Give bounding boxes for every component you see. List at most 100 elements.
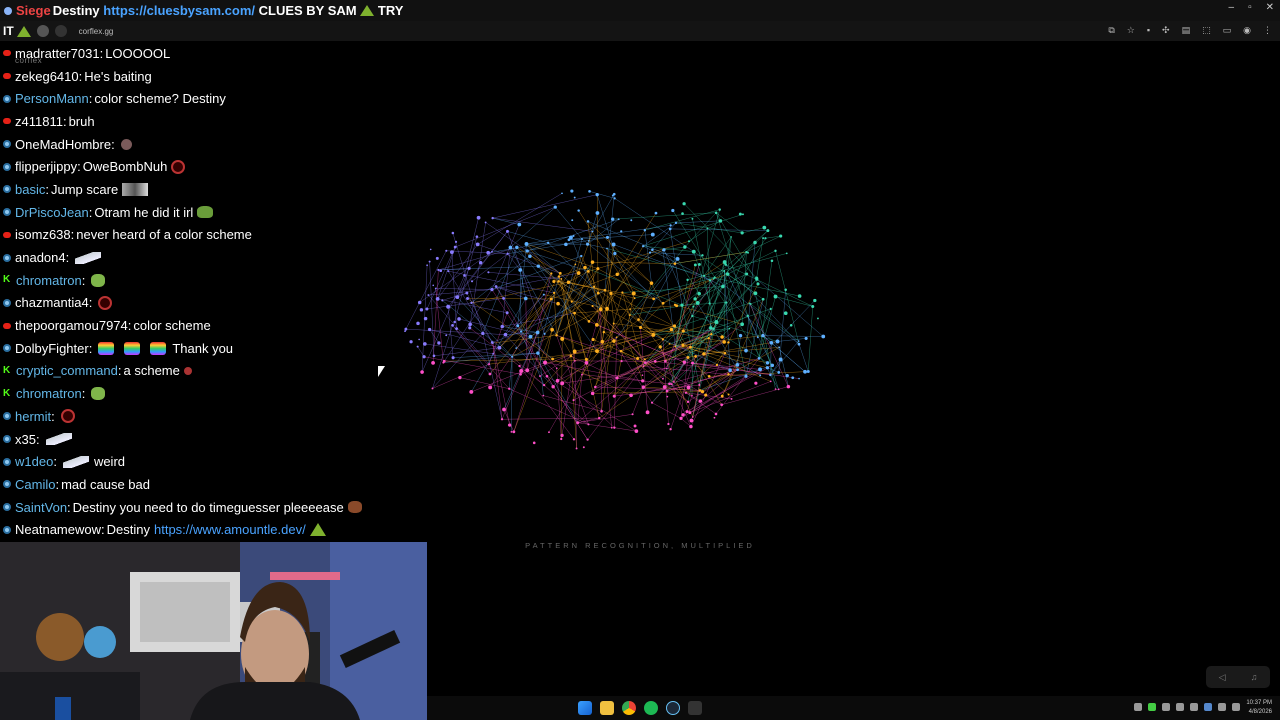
- network-node: [428, 260, 431, 263]
- minimize-button[interactable]: –: [1229, 2, 1235, 13]
- menu-icon[interactable]: ⋮: [1263, 25, 1272, 36]
- extension-icon[interactable]: ▪: [1147, 25, 1150, 36]
- network-node: [644, 361, 647, 364]
- network-node: [620, 230, 623, 233]
- music-note-icon[interactable]: ♫: [1251, 672, 1258, 682]
- chat-username[interactable]: Camilo: [15, 477, 55, 492]
- tray-icon[interactable]: [1204, 703, 1212, 711]
- chat-username[interactable]: DolbyFighter: [15, 341, 89, 356]
- tray-icon[interactable]: [1148, 703, 1156, 711]
- back-icon[interactable]: [36, 25, 49, 37]
- network-node: [769, 307, 772, 310]
- network-node: [423, 316, 428, 321]
- network-node: [532, 441, 536, 445]
- network-node: [694, 354, 697, 358]
- forward-icon[interactable]: [54, 25, 67, 37]
- network-node: [603, 288, 607, 292]
- chat-username[interactable]: PersonMann: [15, 91, 89, 106]
- network-edge: [675, 220, 721, 224]
- extension-icon[interactable]: ▤: [1182, 25, 1191, 36]
- chat-username[interactable]: isomz638: [15, 227, 71, 242]
- network-node: [665, 367, 668, 370]
- network-node: [524, 242, 529, 246]
- tray-icon[interactable]: [1190, 703, 1198, 711]
- network-node: [449, 250, 454, 255]
- file-explorer-icon[interactable]: [600, 701, 614, 715]
- network-node: [502, 296, 505, 300]
- chrome-icon[interactable]: [622, 701, 636, 715]
- blob-emote-icon: [91, 273, 106, 287]
- chat-username[interactable]: madratter7031: [15, 46, 100, 61]
- network-node: [766, 229, 770, 233]
- network-node: [727, 341, 730, 344]
- chat-username[interactable]: cryptic_command: [16, 363, 118, 378]
- install-icon[interactable]: ⧉: [1108, 25, 1114, 36]
- chat-message: OneMadHombre:: [0, 133, 430, 156]
- chat-username[interactable]: flipperjippy: [15, 159, 77, 174]
- network-node: [631, 291, 636, 296]
- chat-username[interactable]: basic: [15, 182, 45, 197]
- network-node: [691, 249, 696, 254]
- chat-username[interactable]: thepoorgamou7974: [15, 318, 128, 333]
- sidebar-icon[interactable]: ▭: [1223, 25, 1232, 36]
- network-edge: [438, 265, 539, 271]
- bookmark-star-icon[interactable]: ☆: [1127, 25, 1135, 36]
- network-node: [774, 249, 777, 253]
- network-node: [776, 340, 778, 343]
- network-node: [613, 197, 616, 200]
- spotify-icon[interactable]: [644, 701, 658, 715]
- chat-colon: :: [62, 113, 67, 129]
- network-node: [583, 265, 587, 270]
- network-node: [445, 334, 448, 337]
- chat-username[interactable]: chromatron: [16, 273, 82, 288]
- network-node: [685, 410, 689, 414]
- network-node: [769, 380, 772, 383]
- tray-icon[interactable]: [1176, 703, 1184, 711]
- network-node: [686, 278, 689, 282]
- pinned-message-link[interactable]: https://cluesbysam.com/: [103, 3, 255, 18]
- network-edge: [464, 217, 479, 276]
- network-node: [687, 240, 691, 243]
- chat-username[interactable]: SaintVon: [15, 500, 67, 515]
- chat-username[interactable]: x35: [15, 432, 36, 447]
- maximize-button[interactable]: ▫: [1248, 2, 1252, 13]
- network-node: [697, 262, 701, 266]
- network-node: [741, 213, 744, 216]
- tray-icon[interactable]: [1162, 703, 1170, 711]
- media-prev-icon[interactable]: ◁: [1219, 672, 1226, 683]
- media-widget[interactable]: ◁ ♫: [1206, 666, 1270, 688]
- chat-username[interactable]: anadon4: [15, 250, 66, 265]
- puzzle-icon[interactable]: ⬚: [1202, 25, 1211, 36]
- address-bar[interactable]: corflex.gg: [79, 27, 114, 36]
- chat-message: anadon4:: [0, 246, 430, 269]
- windows-start-icon[interactable]: [578, 701, 592, 715]
- chat-username[interactable]: w1deo: [15, 454, 53, 469]
- chat-username[interactable]: DrPiscoJean: [15, 205, 89, 220]
- network-node: [511, 355, 514, 358]
- chat-link[interactable]: https://www.amountle.dev/: [154, 522, 306, 537]
- chat-username[interactable]: z411811: [15, 114, 63, 129]
- volume-icon[interactable]: [1232, 703, 1240, 711]
- network-node: [542, 293, 545, 296]
- close-button[interactable]: ✕: [1266, 2, 1274, 13]
- chat-username[interactable]: chazmantia4: [15, 295, 89, 310]
- wifi-icon[interactable]: [1218, 703, 1226, 711]
- chat-username[interactable]: hermit: [15, 409, 51, 424]
- network-node: [697, 291, 701, 296]
- chat-username[interactable]: zekeg6410: [15, 69, 79, 84]
- steam-icon[interactable]: [666, 701, 680, 715]
- network-node: [506, 229, 509, 233]
- network-node: [633, 424, 637, 428]
- extension-icon[interactable]: ✣: [1162, 25, 1170, 36]
- network-edge: [577, 422, 612, 428]
- chat-username[interactable]: Neatnamewow: [15, 522, 101, 537]
- profile-icon[interactable]: ◉: [1243, 25, 1251, 36]
- clock[interactable]: 10:37 PM 4/8/2026: [1246, 699, 1272, 717]
- chat-username[interactable]: OneMadHombre: [15, 137, 111, 152]
- network-node: [621, 291, 624, 294]
- chat-username[interactable]: chromatron: [16, 386, 82, 401]
- tray-icon[interactable]: [1134, 703, 1142, 711]
- game-icon[interactable]: [688, 701, 702, 715]
- network-node: [587, 240, 590, 242]
- chat-text: mad cause bad: [61, 476, 150, 492]
